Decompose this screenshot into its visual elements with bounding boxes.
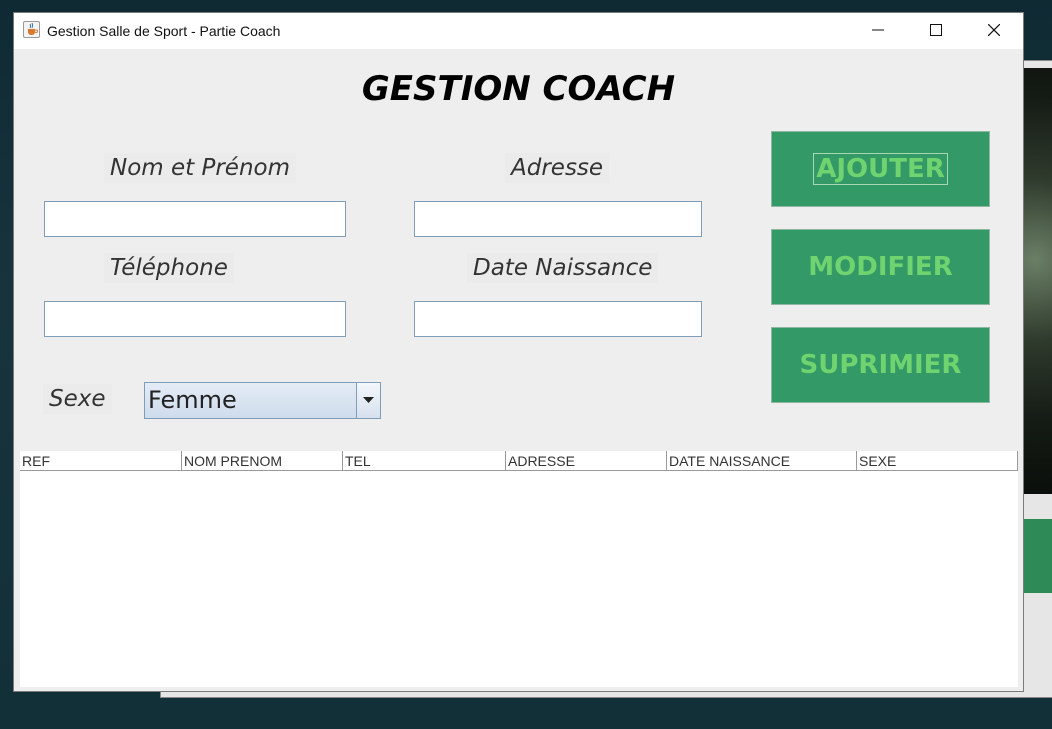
- column-header-tel[interactable]: TEL: [342, 451, 505, 470]
- column-header-nom-prenom[interactable]: NOM PRENOM: [181, 451, 342, 470]
- sexe-select[interactable]: Femme: [144, 382, 381, 419]
- maximize-button[interactable]: [907, 13, 965, 47]
- chevron-down-icon: [363, 397, 374, 403]
- background-button: [1024, 519, 1052, 593]
- telephone-field[interactable]: [44, 301, 346, 337]
- column-header-date-naissance[interactable]: DATE NAISSANCE: [666, 451, 856, 470]
- column-header-adresse[interactable]: ADRESSE: [505, 451, 666, 470]
- sexe-select-value: Femme: [148, 386, 237, 414]
- minimize-icon: [872, 29, 884, 31]
- close-button[interactable]: [965, 13, 1023, 47]
- date-naissance-label: Date Naissance: [467, 253, 659, 283]
- java-cup-icon: [23, 21, 40, 38]
- coach-table[interactable]: REF NOM PRENOM TEL ADRESSE DATE NAISSANC…: [20, 451, 1018, 687]
- background-photo: [1024, 68, 1052, 494]
- column-header-ref[interactable]: REF: [20, 451, 181, 470]
- modifier-button[interactable]: MODIFIER: [771, 229, 990, 305]
- telephone-label: Téléphone: [104, 253, 234, 283]
- ajouter-button[interactable]: AJOUTER: [771, 131, 990, 207]
- window-title: Gestion Salle de Sport - Partie Coach: [47, 23, 281, 39]
- column-header-sexe[interactable]: SEXE: [856, 451, 1018, 470]
- sexe-dropdown-button[interactable]: [356, 383, 380, 418]
- table-header: REF NOM PRENOM TEL ADRESSE DATE NAISSANC…: [20, 451, 1018, 471]
- nom-prenom-label: Nom et Prénom: [104, 153, 297, 183]
- sexe-label: Sexe: [43, 384, 112, 414]
- coach-window: Gestion Salle de Sport - Partie Coach GE…: [13, 12, 1024, 692]
- minimize-button[interactable]: [849, 13, 907, 47]
- maximize-icon: [930, 24, 942, 36]
- close-icon: [988, 24, 1000, 36]
- adresse-label: Adresse: [505, 153, 610, 183]
- nom-prenom-field[interactable]: [44, 201, 346, 237]
- adresse-field[interactable]: [414, 201, 702, 237]
- title-bar: Gestion Salle de Sport - Partie Coach: [14, 13, 1023, 49]
- page-title: GESTION COACH: [361, 69, 676, 109]
- ajouter-button-label: AJOUTER: [813, 153, 948, 185]
- supprimer-button[interactable]: SUPRIMIER: [771, 327, 990, 403]
- date-naissance-field[interactable]: [414, 301, 702, 337]
